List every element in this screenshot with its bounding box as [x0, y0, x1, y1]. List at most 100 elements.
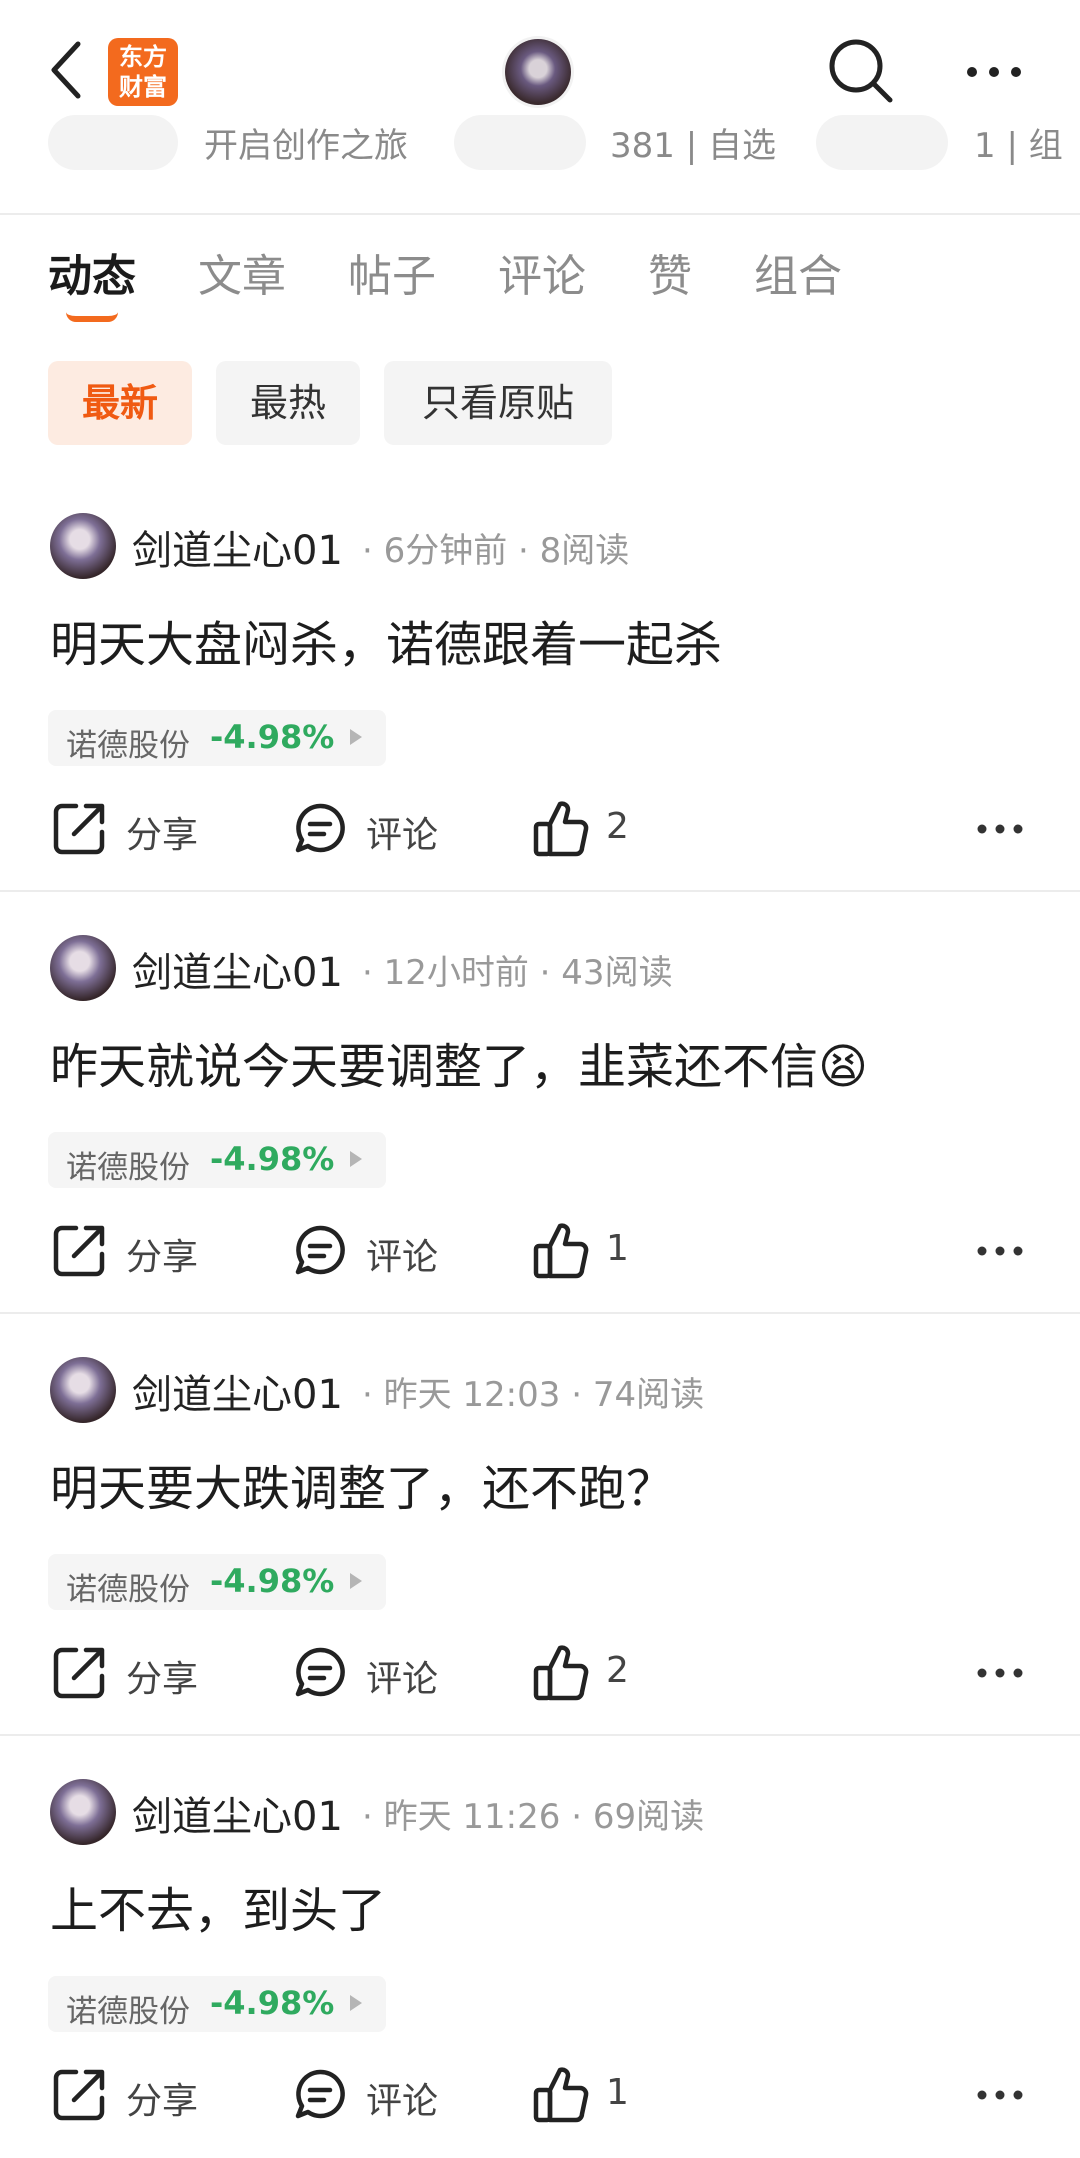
- logo-line-1: 东方: [119, 43, 167, 71]
- caret-right-icon: [350, 729, 362, 745]
- more-horizontal-icon[interactable]: [976, 2088, 1024, 2102]
- avatar[interactable]: [50, 935, 116, 1001]
- filter-hot[interactable]: 最热: [216, 361, 360, 445]
- tab-articles[interactable]: 文章: [198, 240, 286, 304]
- comment-button[interactable]: 评论: [292, 1222, 442, 1282]
- stat-pill-3[interactable]: [816, 115, 948, 170]
- post-meta: · 昨天 11:26 · 69阅读: [362, 1797, 705, 1837]
- logo-line-2: 财富: [119, 73, 167, 101]
- post-text[interactable]: 昨天就说今天要调整了，韭菜还不信😫: [50, 1027, 868, 1097]
- chevron-left-icon: [51, 41, 81, 99]
- more-horizontal-icon[interactable]: [976, 822, 1024, 836]
- active-tab-indicator: [66, 312, 118, 322]
- tab-posts[interactable]: 帖子: [348, 240, 436, 304]
- thumbs-up-icon: [533, 2067, 589, 2123]
- share-label: 分享: [126, 815, 199, 856]
- stat-text-2: 381 | 自选: [610, 126, 776, 166]
- like-button[interactable]: 2: [532, 1644, 652, 1704]
- post-meta: · 昨天 12:03 · 74阅读: [362, 1375, 705, 1415]
- share-button[interactable]: 分享: [52, 1222, 202, 1282]
- stat-pill-2[interactable]: [454, 115, 586, 170]
- stock-tag[interactable]: 诺德股份 -4.98%: [48, 1132, 386, 1188]
- like-button[interactable]: 1: [532, 2066, 652, 2126]
- back-button[interactable]: [44, 38, 90, 102]
- author-name[interactable]: 剑道尘心01: [132, 1362, 343, 1420]
- avatar[interactable]: [50, 1779, 116, 1845]
- stat-pill-1[interactable]: [48, 115, 178, 170]
- stock-change: -4.98%: [210, 1562, 335, 1600]
- comment-label: 评论: [366, 2081, 439, 2122]
- post-text[interactable]: 明天大盘闷杀，诺德跟着一起杀: [50, 605, 722, 675]
- thumbs-up-icon: [533, 1223, 589, 1279]
- share-icon: [53, 2069, 105, 2121]
- like-button[interactable]: 2: [532, 800, 652, 860]
- thumbs-up-icon: [533, 1645, 589, 1701]
- search-icon: [829, 39, 893, 103]
- stock-name: 诺德股份: [66, 1150, 190, 1186]
- post-text[interactable]: 明天要大跌调整了，还不跑？: [50, 1449, 674, 1519]
- more-horizontal-icon: [967, 67, 1021, 77]
- stock-tag[interactable]: 诺德股份 -4.98%: [48, 1554, 386, 1610]
- more-menu-button[interactable]: [964, 55, 1024, 89]
- stat-text-1: 开启创作之旅: [204, 126, 408, 166]
- like-button[interactable]: 1: [532, 1222, 652, 1282]
- post-item[interactable]: 剑道尘心01 · 12小时前 · 43阅读 昨天就说今天要调整了，韭菜还不信😫 …: [0, 892, 1080, 1314]
- author-name[interactable]: 剑道尘心01: [132, 518, 343, 576]
- like-count: 1: [606, 2072, 629, 2113]
- divider: [0, 213, 1080, 215]
- caret-right-icon: [350, 1995, 362, 2011]
- comment-icon: [295, 803, 345, 853]
- like-count: 2: [606, 806, 629, 847]
- post-item[interactable]: 剑道尘心01 · 昨天 11:26 · 69阅读 上不去，到头了 诺德股份 -4…: [0, 1736, 1080, 2158]
- stock-name: 诺德股份: [66, 1572, 190, 1608]
- author-name[interactable]: 剑道尘心01: [132, 940, 343, 998]
- stock-name: 诺德股份: [66, 728, 190, 764]
- stat-text-3: 1 | 组: [974, 126, 1063, 166]
- more-horizontal-icon[interactable]: [976, 1244, 1024, 1258]
- tab-likes[interactable]: 赞: [648, 240, 692, 304]
- stock-tag[interactable]: 诺德股份 -4.98%: [48, 710, 386, 766]
- stock-tag[interactable]: 诺德股份 -4.98%: [48, 1976, 386, 2032]
- header-avatar[interactable]: [505, 39, 571, 105]
- comment-label: 评论: [366, 1237, 439, 1278]
- share-button[interactable]: 分享: [52, 1644, 202, 1704]
- author-name[interactable]: 剑道尘心01: [132, 1784, 343, 1842]
- comment-button[interactable]: 评论: [292, 1644, 442, 1704]
- comment-icon: [295, 1647, 345, 1697]
- post-item[interactable]: 剑道尘心01 · 昨天 12:03 · 74阅读 明天要大跌调整了，还不跑？ 诺…: [0, 1314, 1080, 1736]
- share-label: 分享: [126, 2081, 199, 2122]
- tab-activity[interactable]: 动态: [48, 240, 136, 304]
- post-item[interactable]: 剑道尘心01 · 6分钟前 · 8阅读 明天大盘闷杀，诺德跟着一起杀 诺德股份 …: [0, 470, 1080, 892]
- tab-portfolio[interactable]: 组合: [754, 240, 842, 304]
- avatar[interactable]: [50, 1357, 116, 1423]
- comment-label: 评论: [366, 815, 439, 856]
- post-meta: · 12小时前 · 43阅读: [362, 953, 673, 993]
- avatar[interactable]: [50, 513, 116, 579]
- share-icon: [53, 803, 105, 855]
- caret-right-icon: [350, 1151, 362, 1167]
- comment-icon: [295, 1225, 345, 1275]
- filter-original-only[interactable]: 只看原贴: [384, 361, 612, 445]
- comment-label: 评论: [366, 1659, 439, 1700]
- more-horizontal-icon[interactable]: [976, 1666, 1024, 1680]
- share-button[interactable]: 分享: [52, 2066, 202, 2126]
- filter-latest[interactable]: 最新: [48, 361, 192, 445]
- thumbs-up-icon: [533, 801, 589, 857]
- like-count: 1: [606, 1228, 629, 1269]
- share-icon: [53, 1647, 105, 1699]
- share-label: 分享: [126, 1237, 199, 1278]
- comment-button[interactable]: 评论: [292, 2066, 442, 2126]
- post-text[interactable]: 上不去，到头了: [50, 1871, 386, 1941]
- share-icon: [53, 1225, 105, 1277]
- stock-change: -4.98%: [210, 1140, 335, 1178]
- comment-button[interactable]: 评论: [292, 800, 442, 860]
- share-label: 分享: [126, 1659, 199, 1700]
- caret-right-icon: [350, 1573, 362, 1589]
- comment-icon: [295, 2069, 345, 2119]
- app-logo: 东方 财富: [108, 38, 178, 106]
- stock-change: -4.98%: [210, 718, 335, 756]
- stock-name: 诺德股份: [66, 1994, 190, 2030]
- share-button[interactable]: 分享: [52, 800, 202, 860]
- tab-comments[interactable]: 评论: [498, 240, 586, 304]
- search-button[interactable]: [826, 36, 896, 106]
